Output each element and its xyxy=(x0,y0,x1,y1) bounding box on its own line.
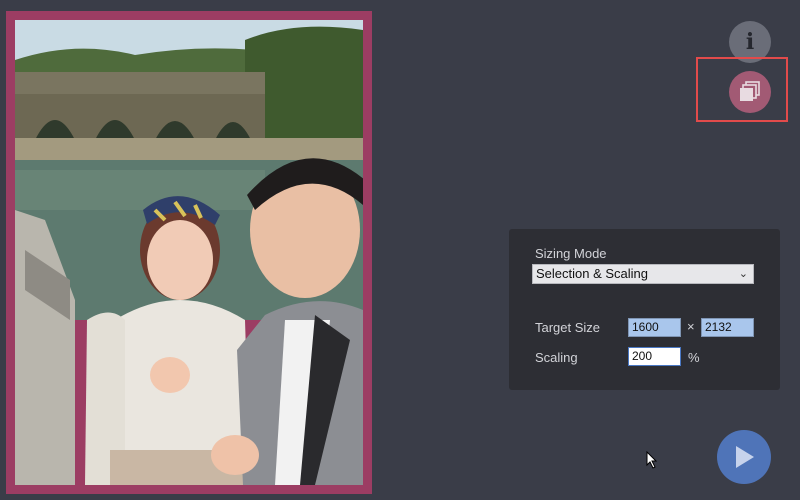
target-height-input[interactable]: 2132 xyxy=(701,318,754,337)
scaling-input[interactable]: 200 xyxy=(628,347,681,366)
photo-frame xyxy=(6,11,372,494)
sizing-mode-value: Selection & Scaling xyxy=(536,266,649,281)
target-size-label: Target Size xyxy=(535,320,601,335)
scaling-label: Scaling xyxy=(535,350,578,365)
mouse-cursor xyxy=(646,451,658,469)
sizing-mode-select[interactable]: Selection & Scaling ⌄ xyxy=(532,264,754,284)
sizing-mode-label: Sizing Mode xyxy=(535,246,607,261)
sizing-panel: Sizing Mode Selection & Scaling ⌄ Target… xyxy=(509,229,780,390)
stacked-images-icon xyxy=(740,81,760,101)
photo-preview[interactable] xyxy=(15,20,363,485)
batch-button[interactable] xyxy=(729,71,771,113)
times-symbol: × xyxy=(687,319,695,334)
photo-image xyxy=(15,20,363,485)
run-button[interactable] xyxy=(717,430,771,484)
play-icon xyxy=(736,446,754,468)
chevron-down-icon: ⌄ xyxy=(738,268,748,280)
target-width-input[interactable]: 1600 xyxy=(628,318,681,337)
scaling-unit: % xyxy=(688,350,700,365)
info-icon: i xyxy=(745,29,755,55)
